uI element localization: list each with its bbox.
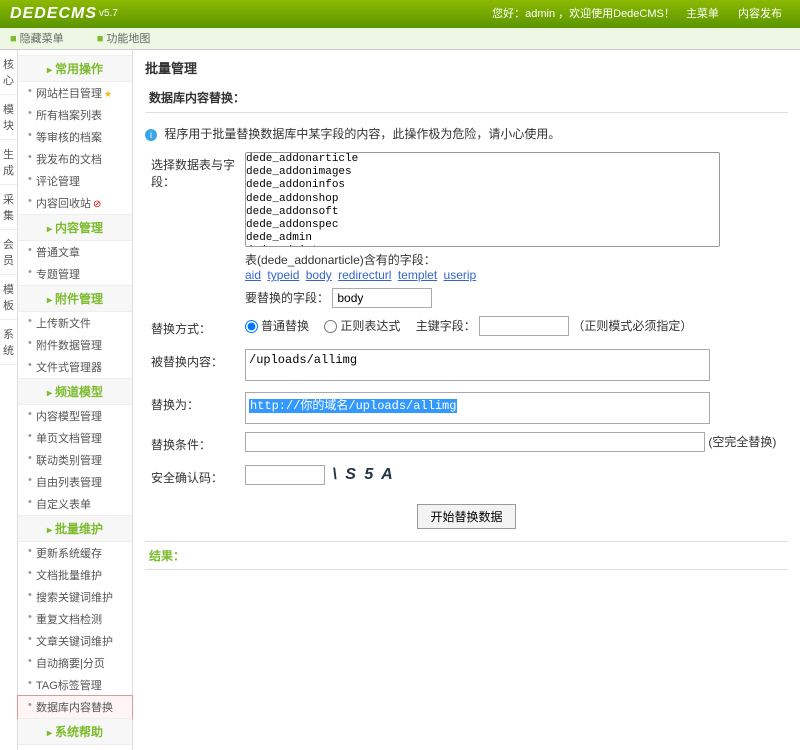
rail-item[interactable]: 生成 <box>0 140 17 185</box>
sidebar-item[interactable]: 评论管理 <box>18 170 132 192</box>
sidebar-item[interactable]: 单页文档管理 <box>18 427 132 449</box>
rail-item[interactable]: 采集 <box>0 185 17 230</box>
main-menu-link[interactable]: 主菜单 <box>686 8 719 20</box>
square-icon: ■ <box>10 33 17 45</box>
table-select[interactable]: dede_addonarticledede_addonimagesdede_ad… <box>245 152 720 247</box>
fields-prefix: 表(dede_addonarticle)含有的字段： <box>245 253 436 267</box>
square-icon: ■ <box>97 33 104 45</box>
sidebar-item[interactable]: 搜索关键词维护 <box>18 586 132 608</box>
group-title[interactable]: 频道模型 <box>18 378 132 405</box>
sidebar-item[interactable]: 自定义表单 <box>18 493 132 515</box>
sidebar-item[interactable]: TAG标签管理 <box>18 674 132 696</box>
sidebar-item[interactable]: 内容模型管理 <box>18 405 132 427</box>
welcome-text: 您好：admin ，欢迎使用DedeCMS！ <box>492 8 675 20</box>
condition-note: (空完全替换) <box>708 435 776 449</box>
info-icon: i <box>145 129 157 141</box>
keyword-label: 主键字段： <box>416 319 476 333</box>
sidebar-item[interactable]: 内容回收站⊘ <box>18 192 132 214</box>
section-title: 数据库内容替换： <box>145 83 788 113</box>
replace-to-textarea[interactable]: http://你的域名/uploads/allimg <box>245 392 710 424</box>
sitemap[interactable]: ■功能地图 <box>97 33 166 45</box>
replace-to-label: 替换为： <box>145 392 245 417</box>
sidebar-item[interactable]: 自由列表管理 <box>18 471 132 493</box>
header: DEDECMS v5.7 您好：admin ，欢迎使用DedeCMS！ 主菜单 … <box>0 0 800 28</box>
group-title[interactable]: 内容管理 <box>18 214 132 241</box>
result-title: 结果： <box>145 541 788 570</box>
sidebar-item[interactable]: 更新系统缓存 <box>18 542 132 564</box>
sidebar-item[interactable]: 网站栏目管理★ <box>18 82 132 104</box>
sidebar-item[interactable]: 文章关键词维护 <box>18 630 132 652</box>
sidebar-item[interactable]: 所有档案列表 <box>18 104 132 126</box>
page-title: 批量管理 <box>145 58 788 77</box>
sidebar-item[interactable]: 联动类别管理 <box>18 449 132 471</box>
replace-field-label: 要替换的字段： <box>245 291 329 305</box>
submit-button[interactable]: 开始替换数据 <box>417 504 515 529</box>
header-right: 您好：admin ，欢迎使用DedeCMS！ 主菜单 内容发布 <box>492 0 790 28</box>
sidebar-item[interactable]: 上传新文件 <box>18 312 132 334</box>
mode-note: （正则模式必须指定） <box>572 319 692 333</box>
condition-input[interactable] <box>245 432 705 452</box>
mode-label: 替换方式： <box>145 316 245 341</box>
sidebar-item[interactable]: 文档批量维护 <box>18 564 132 586</box>
captcha-input[interactable] <box>245 465 325 485</box>
search-label: 被替换内容： <box>145 349 245 374</box>
info-text: 程序用于批量替换数据库中某字段的内容，此操作极为危险，请小心使用。 <box>164 127 560 141</box>
sidebar-item[interactable]: 附件数据管理 <box>18 334 132 356</box>
sidebar-item[interactable]: 自动摘要|分页 <box>18 652 132 674</box>
sidebar-item[interactable]: 等审核的档案 <box>18 126 132 148</box>
replace-field-input[interactable] <box>332 288 432 308</box>
field-link[interactable]: userip <box>444 268 477 282</box>
table-label: 选择数据表与字段： <box>145 152 245 194</box>
publish-link[interactable]: 内容发布 <box>738 8 782 20</box>
field-link[interactable]: body <box>306 268 332 282</box>
sidebar-item[interactable]: 专题管理 <box>18 263 132 285</box>
rail-item[interactable]: 会员 <box>0 230 17 275</box>
sidebar-item[interactable]: 文件式管理器 <box>18 356 132 378</box>
field-list: 表(dede_addonarticle)含有的字段： aid typeid bo… <box>245 251 788 282</box>
rail-item[interactable]: 核心 <box>0 50 17 95</box>
condition-label: 替换条件： <box>145 432 245 457</box>
subheader: ■隐藏菜单 ■功能地图 <box>0 28 800 50</box>
field-link[interactable]: redirecturl <box>338 268 391 282</box>
captcha-image: \ S 5 A <box>332 466 394 483</box>
sidebar: 常用操作网站栏目管理★所有档案列表等审核的档案我发布的文档评论管理内容回收站⊘内… <box>18 50 133 750</box>
field-link[interactable]: typeid <box>267 268 299 282</box>
mode-regex[interactable]: 正则表达式 <box>324 319 400 333</box>
keyword-input[interactable] <box>479 316 569 336</box>
highlighted-text: http://你的域名/uploads/allimg <box>249 399 457 413</box>
mode-normal[interactable]: 普通替换 <box>245 319 309 333</box>
field-link[interactable]: templet <box>398 268 437 282</box>
search-textarea[interactable] <box>245 349 710 381</box>
sidebar-item[interactable]: 普通文章 <box>18 241 132 263</box>
group-title[interactable]: 批量维护 <box>18 515 132 542</box>
hide-menu[interactable]: ■隐藏菜单 <box>10 33 79 45</box>
rail-item[interactable]: 模板 <box>0 275 17 320</box>
sidebar-item[interactable]: 我发布的文档 <box>18 148 132 170</box>
version: v5.7 <box>99 0 118 28</box>
info-row: i 程序用于批量替换数据库中某字段的内容，此操作极为危险，请小心使用。 <box>145 121 788 146</box>
rail-item[interactable]: 模块 <box>0 95 17 140</box>
group-title[interactable]: 附件管理 <box>18 285 132 312</box>
sidebar-item[interactable]: 重复文档检测 <box>18 608 132 630</box>
main: 批量管理 数据库内容替换： i 程序用于批量替换数据库中某字段的内容，此操作极为… <box>133 50 800 750</box>
group-title[interactable]: 常用操作 <box>18 55 132 82</box>
group-title[interactable]: 系统帮助 <box>18 718 132 745</box>
star-icon: ★ <box>104 89 112 99</box>
forbid-icon: ⊘ <box>93 199 101 210</box>
rail-item[interactable]: 系统 <box>0 320 17 365</box>
field-link[interactable]: aid <box>245 268 261 282</box>
logo: DEDECMS <box>10 0 97 28</box>
captcha-label: 安全确认码： <box>145 465 245 490</box>
rail: 核心模块生成采集会员模板系统 <box>0 50 18 750</box>
sidebar-item[interactable]: 数据库内容替换 <box>18 696 132 718</box>
